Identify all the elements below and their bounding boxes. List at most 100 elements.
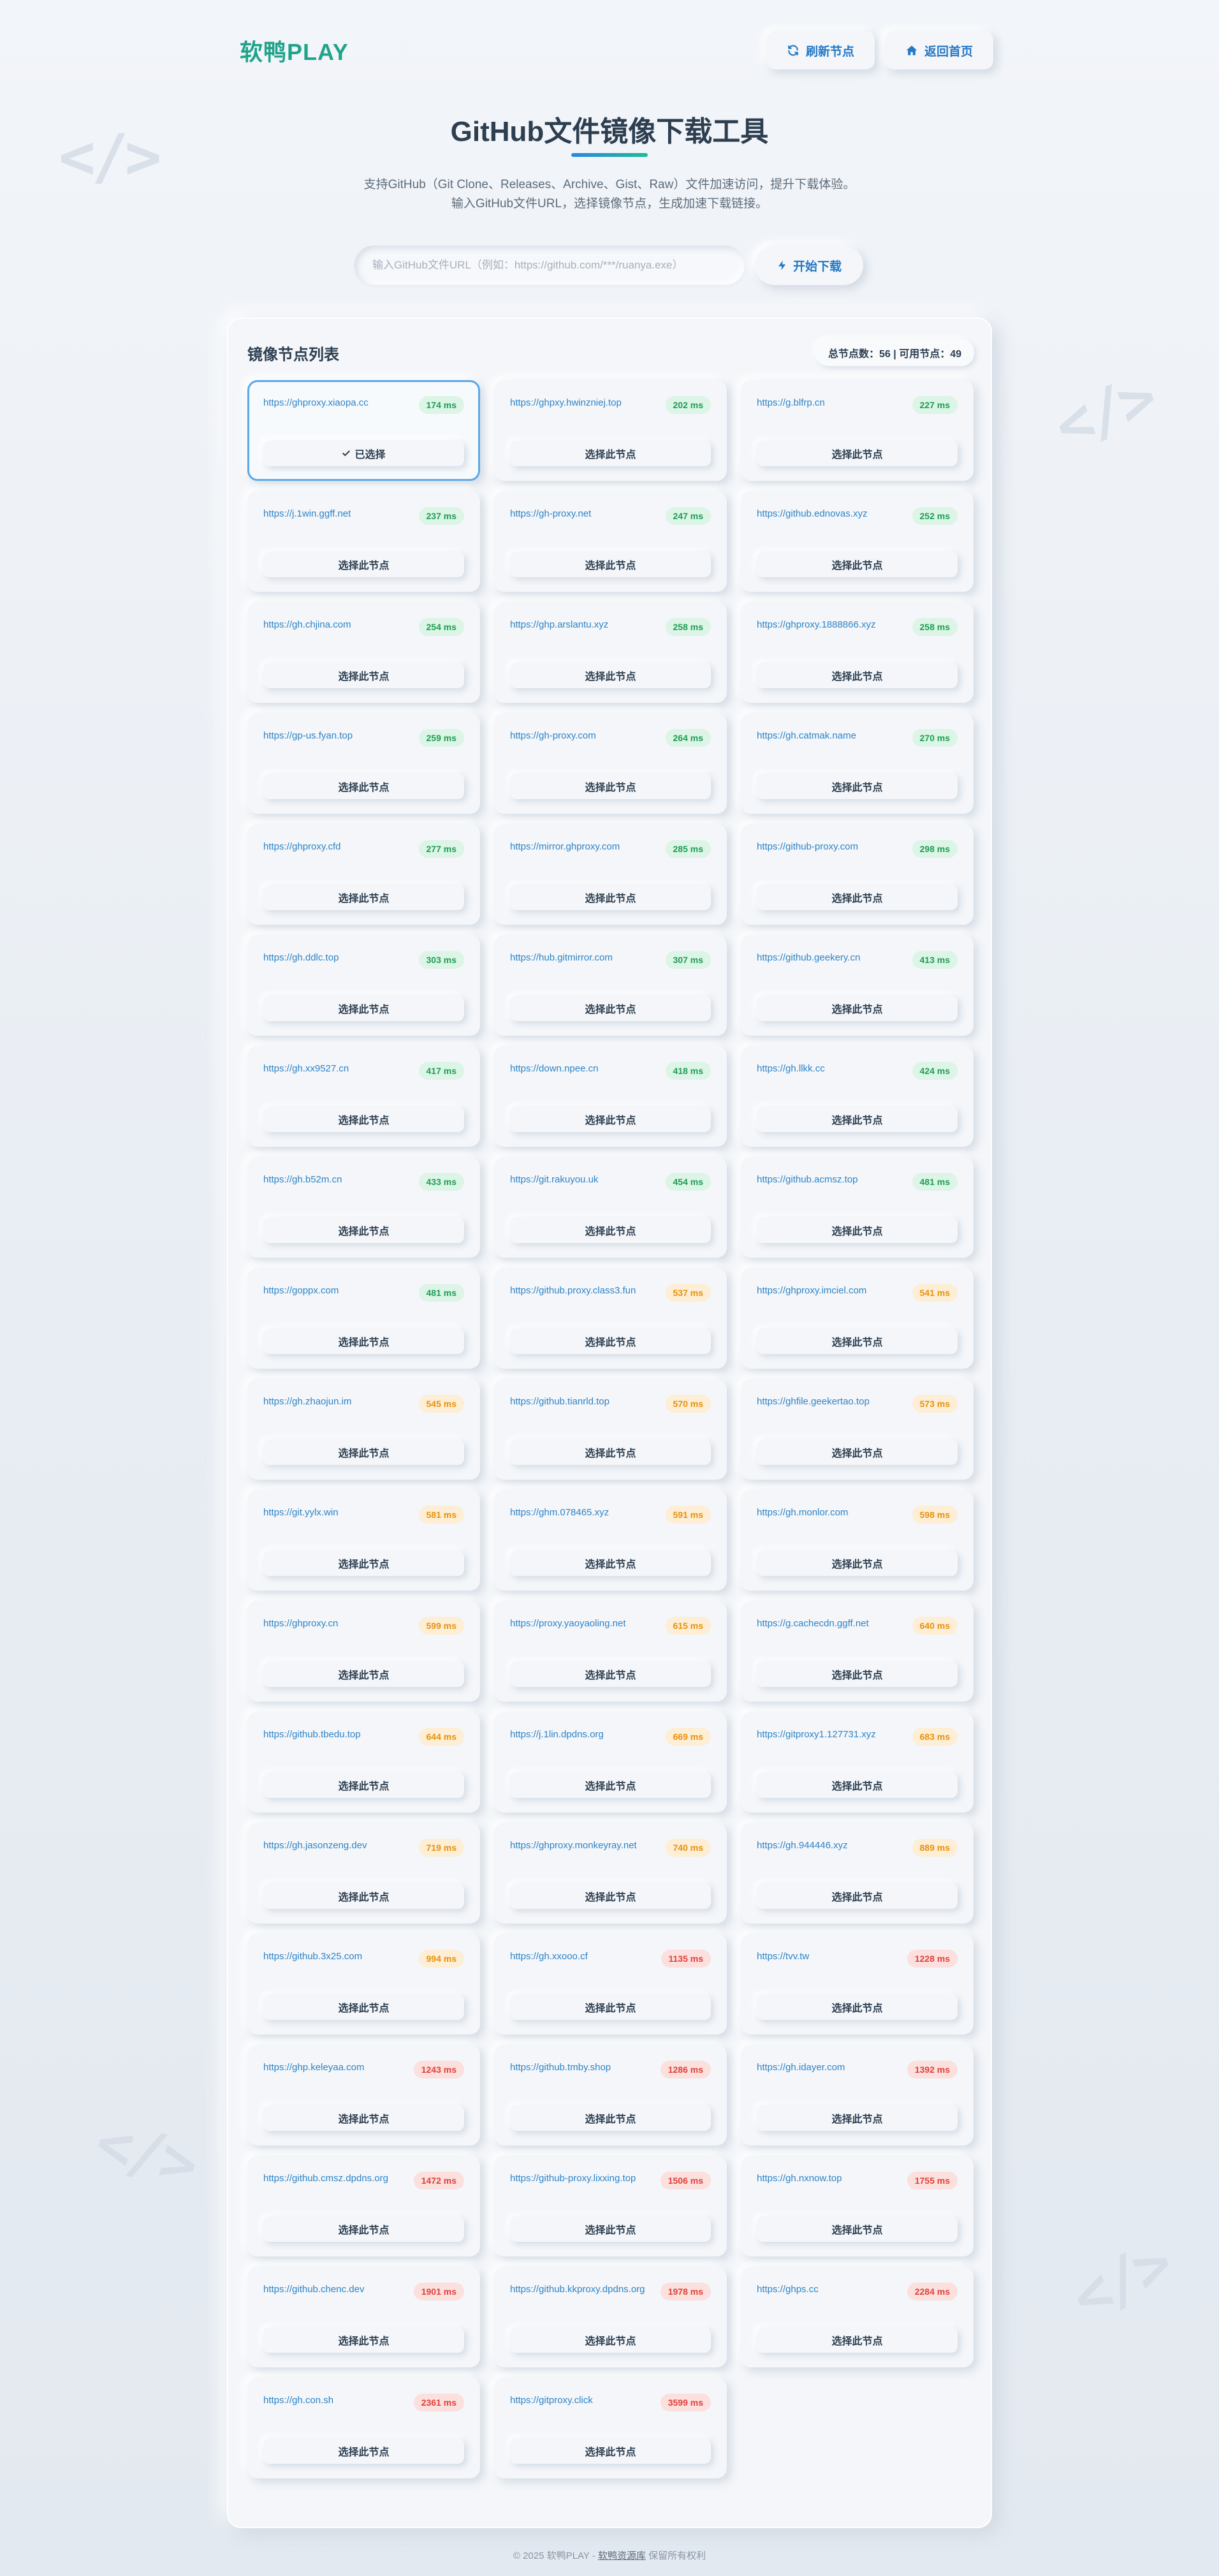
select-node-button[interactable]: 选择此节点	[757, 2327, 958, 2353]
select-node-button[interactable]: 选择此节点	[510, 1883, 711, 1909]
node-card[interactable]: https://github.3x25.com 994 ms 选择此节点	[247, 1934, 480, 2035]
node-card[interactable]: https://tvv.tw 1228 ms 选择此节点	[741, 1934, 974, 2035]
select-node-button[interactable]: 选择此节点	[263, 774, 464, 799]
select-node-button[interactable]: 选择此节点	[757, 1439, 958, 1465]
select-node-button[interactable]: 选择此节点	[510, 1107, 711, 1132]
select-node-button[interactable]: 选择此节点	[510, 1550, 711, 1576]
node-card[interactable]: https://git.rakuyou.uk 454 ms 选择此节点	[494, 1157, 727, 1258]
select-node-button[interactable]: 选择此节点	[263, 2216, 464, 2242]
node-card[interactable]: https://ghm.078465.xyz 591 ms 选择此节点	[494, 1490, 727, 1591]
node-card[interactable]: https://github.proxy.class3.fun 537 ms 选择此…	[494, 1268, 727, 1369]
select-node-button[interactable]: 选择此节点	[757, 663, 958, 688]
node-card[interactable]: https://ghproxy.imciel.com 541 ms 选择此节点	[741, 1268, 974, 1369]
select-node-button[interactable]: 选择此节点	[510, 2216, 711, 2242]
node-card[interactable]: https://ghproxy.cfd 277 ms 选择此节点	[247, 824, 480, 925]
start-download-button[interactable]: 开始下载	[755, 246, 863, 285]
node-selected-button[interactable]: 已选择	[263, 441, 464, 466]
node-card[interactable]: https://gh.catmak.name 270 ms 选择此节点	[741, 713, 974, 814]
select-node-button[interactable]: 选择此节点	[263, 2105, 464, 2131]
node-card[interactable]: https://gitproxy1.127731.xyz 683 ms 选择此节点	[741, 1712, 974, 1813]
select-node-button[interactable]: 选择此节点	[510, 1439, 711, 1465]
node-card[interactable]: https://g.blfrp.cn 227 ms 选择此节点	[741, 380, 974, 481]
select-node-button[interactable]: 选择此节点	[510, 1218, 711, 1243]
select-node-button[interactable]: 选择此节点	[757, 1107, 958, 1132]
select-node-button[interactable]: 选择此节点	[263, 1550, 464, 1576]
node-card[interactable]: https://gh.zhaojun.im 545 ms 选择此节点	[247, 1379, 480, 1480]
select-node-button[interactable]: 选择此节点	[757, 1218, 958, 1243]
node-card[interactable]: https://ghpxy.hwinzniej.top 202 ms 选择此节点	[494, 380, 727, 481]
select-node-button[interactable]: 选择此节点	[510, 552, 711, 577]
node-card[interactable]: https://gp-us.fyan.top 259 ms 选择此节点	[247, 713, 480, 814]
select-node-button[interactable]: 选择此节点	[263, 663, 464, 688]
node-card[interactable]: https://ghproxy.1888866.xyz 258 ms 选择此节点	[741, 602, 974, 703]
node-card[interactable]: https://ghproxy.xiaopa.cc 174 ms 已选择	[247, 380, 480, 481]
select-node-button[interactable]: 选择此节点	[757, 441, 958, 466]
select-node-button[interactable]: 选择此节点	[757, 996, 958, 1021]
node-card[interactable]: https://ghps.cc 2284 ms 选择此节点	[741, 2267, 974, 2367]
node-card[interactable]: https://down.npee.cn 418 ms 选择此节点	[494, 1046, 727, 1147]
node-card[interactable]: https://gh.monlor.com 598 ms 选择此节点	[741, 1490, 974, 1591]
node-card[interactable]: https://gh-proxy.com 264 ms 选择此节点	[494, 713, 727, 814]
select-node-button[interactable]: 选择此节点	[510, 2438, 711, 2464]
select-node-button[interactable]: 选择此节点	[263, 1772, 464, 1798]
brand-logo[interactable]: 软鸭PLAY	[240, 34, 349, 67]
node-card[interactable]: https://gh.xxooo.cf 1135 ms 选择此节点	[494, 1934, 727, 2035]
select-node-button[interactable]: 选择此节点	[510, 2327, 711, 2353]
node-card[interactable]: https://ghp.keleyaa.com 1243 ms 选择此节点	[247, 2045, 480, 2145]
select-node-button[interactable]: 选择此节点	[263, 2327, 464, 2353]
select-node-button[interactable]: 选择此节点	[757, 774, 958, 799]
node-card[interactable]: https://ghproxy.cn 599 ms 选择此节点	[247, 1601, 480, 1702]
node-card[interactable]: https://j.1win.ggff.net 237 ms 选择此节点	[247, 491, 480, 592]
node-card[interactable]: https://github.acmsz.top 481 ms 选择此节点	[741, 1157, 974, 1258]
select-node-button[interactable]: 选择此节点	[757, 1994, 958, 2020]
select-node-button[interactable]: 选择此节点	[263, 885, 464, 910]
select-node-button[interactable]: 选择此节点	[510, 663, 711, 688]
node-card[interactable]: https://gh.chjina.com 254 ms 选择此节点	[247, 602, 480, 703]
select-node-button[interactable]: 选择此节点	[263, 1107, 464, 1132]
select-node-button[interactable]: 选择此节点	[757, 1661, 958, 1687]
select-node-button[interactable]: 选择此节点	[757, 2216, 958, 2242]
node-card[interactable]: https://proxy.yaoyaoling.net 615 ms 选择此节点	[494, 1601, 727, 1702]
select-node-button[interactable]: 选择此节点	[263, 2438, 464, 2464]
node-card[interactable]: https://git.yylx.win 581 ms 选择此节点	[247, 1490, 480, 1591]
select-node-button[interactable]: 选择此节点	[263, 1883, 464, 1909]
node-card[interactable]: https://gh.idayer.com 1392 ms 选择此节点	[741, 2045, 974, 2145]
refresh-nodes-button[interactable]: 刷新节点	[766, 31, 875, 70]
select-node-button[interactable]: 选择此节点	[510, 1328, 711, 1354]
select-node-button[interactable]: 选择此节点	[510, 441, 711, 466]
node-card[interactable]: https://github.tmby.shop 1286 ms 选择此节点	[494, 2045, 727, 2145]
select-node-button[interactable]: 选择此节点	[757, 1772, 958, 1798]
node-card[interactable]: https://mirror.ghproxy.com 285 ms 选择此节点	[494, 824, 727, 925]
node-card[interactable]: https://github-proxy.lixxing.top 1506 ms 选…	[494, 2156, 727, 2256]
github-url-input[interactable]	[354, 246, 745, 285]
select-node-button[interactable]: 选择此节点	[510, 1772, 711, 1798]
node-card[interactable]: https://gh-proxy.net 247 ms 选择此节点	[494, 491, 727, 592]
select-node-button[interactable]: 选择此节点	[757, 1550, 958, 1576]
select-node-button[interactable]: 选择此节点	[263, 996, 464, 1021]
node-card[interactable]: https://github.ednovas.xyz 252 ms 选择此节点	[741, 491, 974, 592]
node-card[interactable]: https://g.cachecdn.ggff.net 640 ms 选择此节点	[741, 1601, 974, 1702]
node-card[interactable]: https://gh.nxnow.top 1755 ms 选择此节点	[741, 2156, 974, 2256]
select-node-button[interactable]: 选择此节点	[510, 1994, 711, 2020]
select-node-button[interactable]: 选择此节点	[263, 1218, 464, 1243]
node-card[interactable]: https://gh.xx9527.cn 417 ms 选择此节点	[247, 1046, 480, 1147]
footer-link[interactable]: 软鸭资源库	[598, 2550, 646, 2561]
node-card[interactable]: https://github.chenc.dev 1901 ms 选择此节点	[247, 2267, 480, 2367]
select-node-button[interactable]: 选择此节点	[510, 996, 711, 1021]
node-card[interactable]: https://ghp.arslantu.xyz 258 ms 选择此节点	[494, 602, 727, 703]
node-card[interactable]: https://github.geekery.cn 413 ms 选择此节点	[741, 935, 974, 1036]
select-node-button[interactable]: 选择此节点	[757, 1883, 958, 1909]
node-card[interactable]: https://gh.jasonzeng.dev 719 ms 选择此节点	[247, 1823, 480, 1924]
node-card[interactable]: https://ghproxy.monkeyray.net 740 ms 选择此节点	[494, 1823, 727, 1924]
node-card[interactable]: https://github-proxy.com 298 ms 选择此节点	[741, 824, 974, 925]
node-card[interactable]: https://gitproxy.click 3599 ms 选择此节点	[494, 2378, 727, 2478]
select-node-button[interactable]: 选择此节点	[510, 1661, 711, 1687]
node-card[interactable]: https://github.tbedu.top 644 ms 选择此节点	[247, 1712, 480, 1813]
node-card[interactable]: https://gh.con.sh 2361 ms 选择此节点	[247, 2378, 480, 2478]
node-card[interactable]: https://hub.gitmirror.com 307 ms 选择此节点	[494, 935, 727, 1036]
select-node-button[interactable]: 选择此节点	[263, 552, 464, 577]
select-node-button[interactable]: 选择此节点	[757, 885, 958, 910]
back-home-button[interactable]: 返回首页	[884, 31, 993, 70]
node-card[interactable]: https://gh.ddlc.top 303 ms 选择此节点	[247, 935, 480, 1036]
node-card[interactable]: https://github.tianrld.top 570 ms 选择此节点	[494, 1379, 727, 1480]
